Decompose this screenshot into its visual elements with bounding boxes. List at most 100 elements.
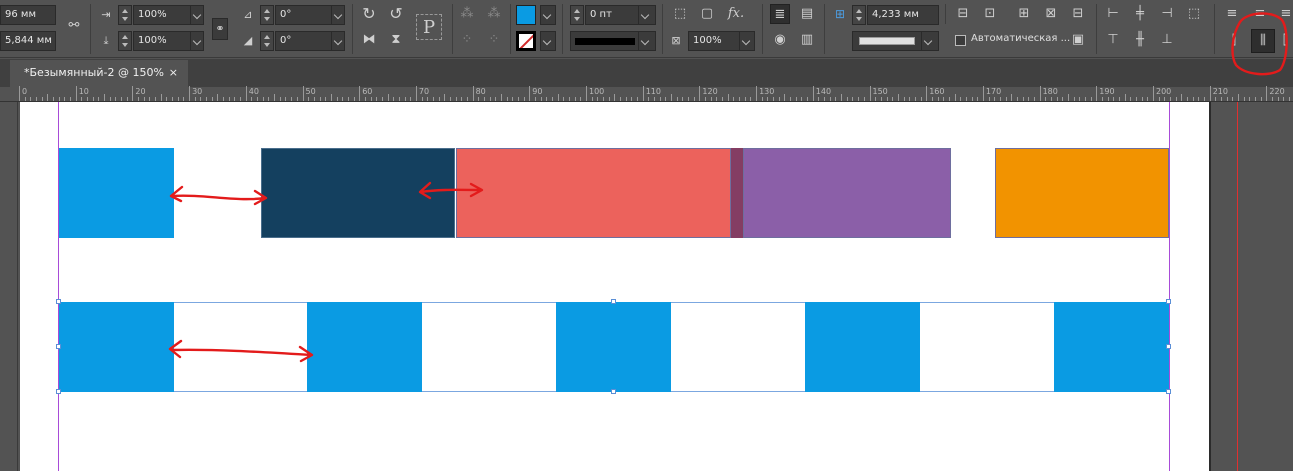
reference-point-p-icon[interactable]: P [416, 14, 442, 40]
distribute-left-icon[interactable]: ⫿ [1224, 31, 1244, 51]
ruler-minor-tick [489, 97, 491, 101]
selection-handle[interactable] [1166, 299, 1171, 304]
content-aware-fit-icon[interactable]: ▣ [1068, 30, 1088, 50]
fit-content-frame-icon[interactable]: ⊞ [1014, 4, 1034, 24]
ruler-minor-tick [1130, 97, 1132, 101]
constrain-link-icon[interactable]: ⚯ [64, 16, 84, 36]
align-left-edges-icon[interactable]: ⊢ [1103, 4, 1123, 24]
scale-y-field[interactable]: 100% [133, 31, 191, 51]
scale-x-stepper[interactable] [118, 5, 132, 25]
rotate-angle-icon: ⊿ [243, 8, 253, 21]
distribute-top-icon[interactable]: ≡ [1222, 4, 1242, 24]
shear-stepper[interactable] [260, 31, 274, 51]
rotate-dropdown[interactable] [331, 5, 345, 25]
scale-y-dropdown[interactable] [190, 31, 204, 51]
align-horizontal-centers-icon[interactable]: ╪ [1130, 4, 1150, 24]
y-position-field[interactable]: 5,844 мм [0, 31, 56, 51]
align-bottom-edges-icon[interactable]: ⊥ [1157, 30, 1177, 50]
navy-rectangle[interactable] [261, 148, 455, 238]
fit-frame-content-icon[interactable]: ⊡ [980, 4, 1000, 24]
distribute-horizontal-centers-icon[interactable]: ⫼ [1251, 29, 1275, 53]
scale-y-stepper[interactable] [118, 31, 132, 51]
align-top-edges-icon[interactable]: ⊤ [1103, 30, 1123, 50]
fill-swatch-menu[interactable] [540, 5, 556, 25]
ruler-minor-tick [727, 94, 729, 101]
stroke-weight-dropdown[interactable] [638, 5, 656, 25]
text-wrap-none-icon[interactable]: ≣ [770, 4, 790, 24]
ruler-minor-tick [313, 97, 315, 101]
rotate-ccw-icon[interactable]: ↺ [386, 4, 406, 24]
shear-dropdown[interactable] [331, 31, 345, 51]
align-right-edges-icon[interactable]: ⊣ [1157, 4, 1177, 24]
spacing-field[interactable]: 4,233 мм [867, 5, 939, 25]
ruler-minor-tick [1164, 97, 1166, 101]
blue-square-4[interactable] [805, 302, 920, 392]
auto-fit-checkbox[interactable] [955, 35, 966, 46]
orange-rectangle[interactable] [995, 148, 1169, 238]
stroke-weight-stepper[interactable] [570, 5, 584, 25]
blue-square-2[interactable] [307, 302, 422, 392]
stroke-type-dropdown[interactable] [638, 31, 656, 51]
select-container-icon[interactable]: ⁂ [457, 4, 477, 24]
effects-fx-icon[interactable]: fx. [726, 4, 746, 24]
purple-rectangle[interactable] [743, 148, 951, 238]
blue-square-3[interactable] [556, 302, 671, 392]
opacity-dropdown[interactable] [739, 31, 755, 51]
vertical-ruler[interactable] [0, 102, 18, 471]
stroke-swatch[interactable] [516, 31, 536, 51]
selection-handle[interactable] [1166, 344, 1171, 349]
text-wrap-shape-icon[interactable]: ◉ [770, 30, 790, 50]
select-content-icon[interactable]: ⁂ [484, 4, 504, 24]
blue-rectangle[interactable] [59, 148, 174, 238]
distribute-right-icon[interactable]: ⫿ [1278, 31, 1292, 51]
blue-square-1[interactable] [59, 302, 174, 392]
distribute-bottom-icon[interactable]: ≡ [1276, 4, 1293, 24]
select-next-icon[interactable]: ⁘ [484, 30, 504, 50]
fill-frame-proportionally-icon[interactable]: ⊟ [1068, 4, 1088, 24]
fill-swatch[interactable] [516, 5, 536, 25]
scale-x-dropdown[interactable] [190, 5, 204, 25]
select-frame-icon[interactable]: ⬚ [1184, 4, 1204, 24]
frame-style-dropdown[interactable] [921, 31, 939, 51]
selection-handle[interactable] [1166, 389, 1171, 394]
stroke-weight-field[interactable]: 0 пт [585, 5, 639, 25]
coral-rectangle[interactable] [456, 148, 731, 238]
close-tab-icon[interactable]: × [169, 60, 178, 86]
ruler-minor-tick [262, 97, 264, 101]
fit-content-proportionally-icon[interactable]: ⊟ [953, 4, 973, 24]
ruler-minor-tick [206, 97, 208, 101]
text-wrap-jump-icon[interactable]: ▥ [797, 30, 817, 50]
rotate-cw-icon[interactable]: ↻ [359, 4, 379, 24]
selection-handle[interactable] [56, 344, 61, 349]
selection-handle[interactable] [56, 389, 61, 394]
constrain-scale-icon[interactable]: ⚭ [212, 18, 228, 40]
scale-x-field[interactable]: 100% [133, 5, 191, 25]
align-vertical-centers-icon[interactable]: ╫ [1130, 30, 1150, 50]
frame-style-field[interactable] [852, 31, 922, 51]
shear-angle-field[interactable]: 0° [275, 31, 333, 51]
rotate-angle-field[interactable]: 0° [275, 5, 333, 25]
drop-shadow-icon[interactable]: ▢ [697, 4, 717, 24]
blue-square-5[interactable] [1054, 302, 1169, 392]
distribute-vcenter-icon[interactable]: ≡ [1250, 4, 1270, 24]
rotate-stepper[interactable] [260, 5, 274, 25]
opacity-field[interactable]: 100% [688, 31, 740, 51]
flip-vertical-icon[interactable]: ⧗ [386, 30, 406, 50]
horizontal-ruler[interactable]: 0 10 20 30 40 50 60 70 80 90 100 110 120 130 140 150 160… [0, 86, 1293, 102]
stroke-type-field[interactable] [570, 31, 640, 51]
overlap-strip[interactable] [731, 148, 743, 238]
selection-handle[interactable] [56, 299, 61, 304]
stroke-swatch-menu[interactable] [540, 31, 556, 51]
ruler-minor-tick [353, 97, 355, 101]
selection-handle[interactable] [611, 299, 616, 304]
corner-options-icon[interactable]: ⬚ [670, 4, 690, 24]
ruler-minor-tick [438, 97, 440, 101]
selection-handle[interactable] [611, 389, 616, 394]
text-wrap-bbox-icon[interactable]: ▤ [797, 4, 817, 24]
select-previous-icon[interactable]: ⁘ [457, 30, 477, 50]
x-position-field[interactable]: 96 мм [0, 5, 56, 25]
spacing-stepper[interactable] [852, 5, 866, 25]
center-content-icon[interactable]: ⊠ [1041, 4, 1061, 24]
flip-horizontal-icon[interactable]: ⧓ [359, 30, 379, 50]
document-tab[interactable]: *Безымянный-2 @ 150% × [10, 60, 188, 87]
